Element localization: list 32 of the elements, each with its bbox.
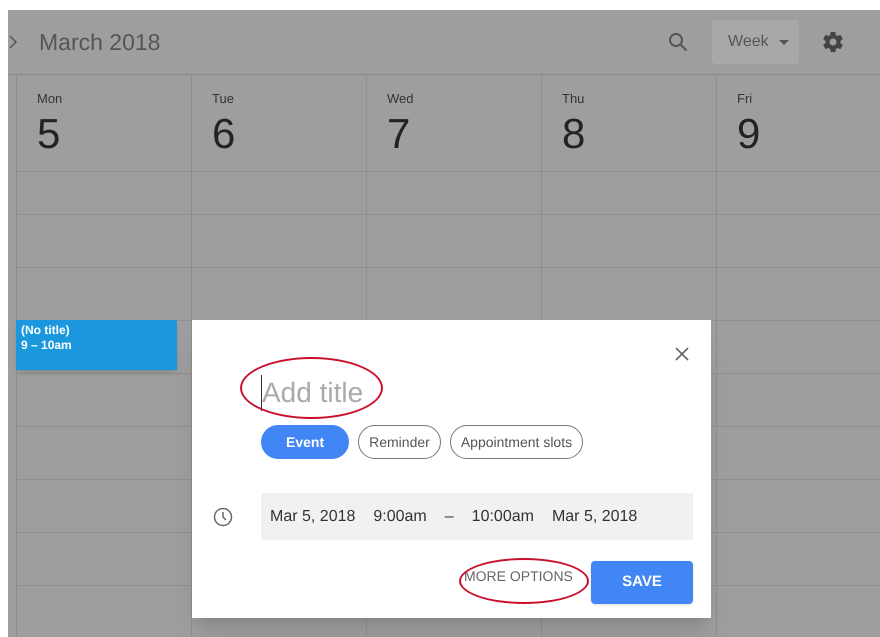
close-icon[interactable]: [675, 347, 689, 361]
title-input[interactable]: Add title: [261, 375, 561, 411]
end-date[interactable]: Mar 5, 2018: [552, 504, 638, 528]
day-number[interactable]: 8: [562, 108, 586, 158]
save-button[interactable]: SAVE: [591, 561, 693, 604]
more-options-button[interactable]: MORE OPTIONS: [464, 566, 573, 587]
start-date[interactable]: Mar 5, 2018: [270, 504, 356, 528]
event-block[interactable]: (No title) 9 – 10am: [16, 320, 177, 370]
day-number[interactable]: 6: [212, 108, 236, 158]
weekday-label: Wed: [387, 90, 414, 108]
weekday-label: Tue: [212, 90, 234, 108]
time-separator: –: [444, 506, 454, 526]
caret-icon: [778, 40, 789, 44]
type-chip[interactable]: Event: [261, 425, 350, 459]
start-time[interactable]: 9:00am: [373, 504, 427, 528]
settings-icon[interactable]: [821, 30, 845, 54]
day-number[interactable]: 9: [737, 108, 760, 158]
clock-icon: [213, 507, 233, 527]
view-dropdown[interactable]: Week: [712, 20, 799, 64]
event-title: (No title): [21, 323, 70, 338]
search-icon[interactable]: [668, 32, 688, 52]
chevron-right-icon[interactable]: [9, 35, 17, 49]
day-number[interactable]: 7: [387, 108, 410, 158]
weekday-label: Mon: [37, 90, 62, 108]
day-number[interactable]: 5: [37, 108, 60, 158]
type-chip[interactable]: Reminder: [358, 425, 441, 459]
type-chip[interactable]: Appointment slots: [450, 425, 584, 459]
weekday-label: Thu: [562, 90, 584, 108]
end-time[interactable]: 10:00am: [472, 504, 534, 528]
event-time: 9 – 10am: [21, 338, 72, 353]
weekday-label: Fri: [737, 90, 752, 108]
month-title: March 2018: [39, 28, 160, 57]
